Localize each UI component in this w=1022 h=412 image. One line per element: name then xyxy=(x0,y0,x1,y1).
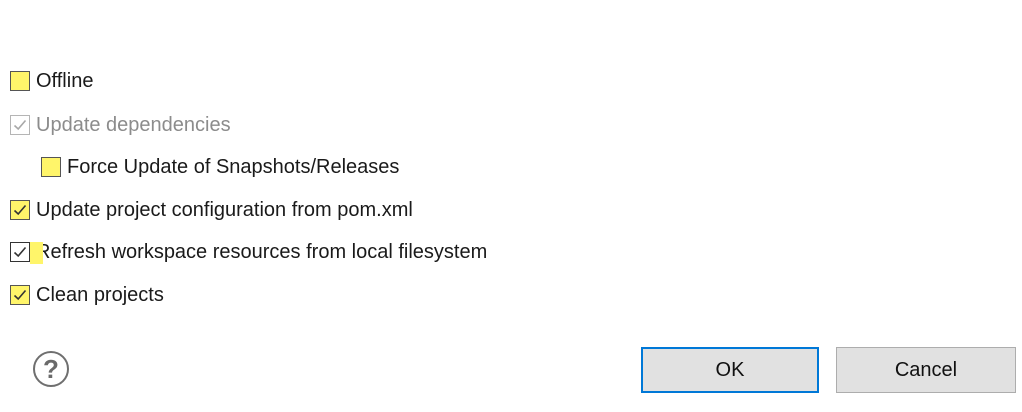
clean-projects-option[interactable]: Clean projects xyxy=(10,280,164,310)
offline-checkbox[interactable] xyxy=(10,71,30,91)
update-project-configuration-checkbox[interactable] xyxy=(10,200,30,220)
refresh-workspace-label: Refresh workspace resources from local f… xyxy=(36,240,488,263)
update-dependencies-checkbox[interactable] xyxy=(10,115,30,135)
update-dependencies-label: Update dependencies xyxy=(36,113,231,136)
force-update-checkbox[interactable] xyxy=(41,157,61,177)
highlight-marker xyxy=(30,242,43,264)
cancel-button[interactable]: Cancel xyxy=(836,347,1016,393)
force-update-label: Force Update of Snapshots/Releases xyxy=(67,155,400,178)
help-button[interactable]: ? xyxy=(33,351,69,387)
update-project-configuration-option[interactable]: Update project configuration from pom.xm… xyxy=(10,195,413,225)
refresh-workspace-checkbox[interactable] xyxy=(10,242,43,264)
clean-projects-label: Clean projects xyxy=(36,283,164,306)
ok-button[interactable]: OK xyxy=(641,347,819,393)
checkmark-icon xyxy=(13,289,27,301)
offline-label: Offline xyxy=(36,69,94,92)
update-project-configuration-label: Update project configuration from pom.xm… xyxy=(36,198,413,221)
clean-projects-checkbox[interactable] xyxy=(10,285,30,305)
checkmark-icon xyxy=(13,204,27,216)
checkmark-icon xyxy=(13,119,27,131)
force-update-option[interactable]: Force Update of Snapshots/Releases xyxy=(41,152,399,182)
question-mark-icon: ? xyxy=(43,353,59,384)
offline-option[interactable]: Offline xyxy=(10,66,93,96)
update-dependencies-option[interactable]: Update dependencies xyxy=(10,110,231,140)
update-maven-project-dialog: Offline Update dependencies Force Update… xyxy=(0,0,1022,412)
refresh-workspace-option[interactable]: Refresh workspace resources from local f… xyxy=(10,237,487,267)
checkmark-icon xyxy=(13,246,27,258)
